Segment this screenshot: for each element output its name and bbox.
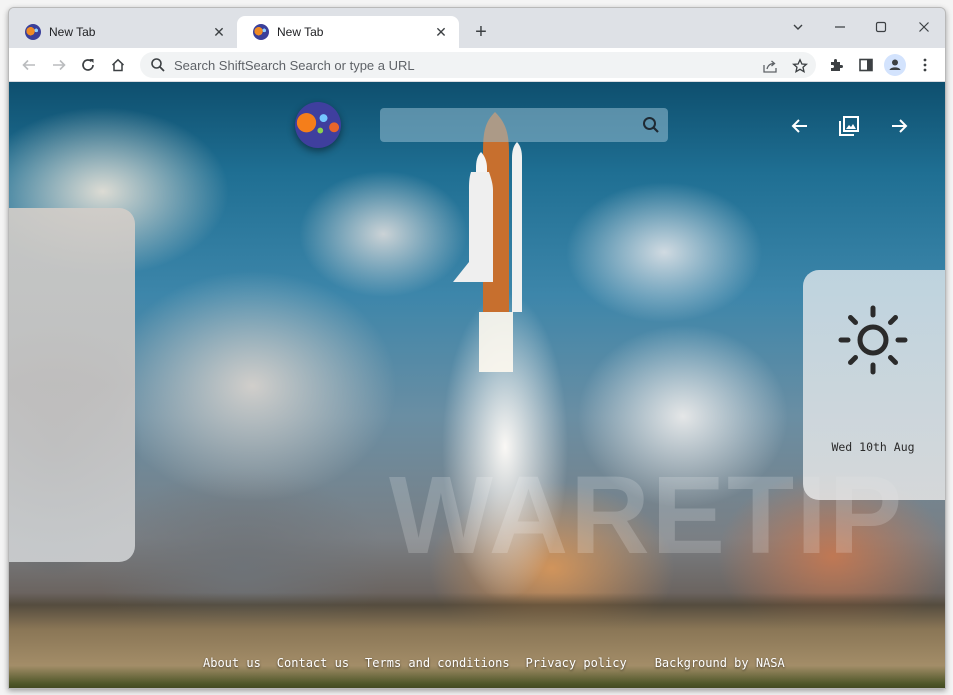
tab-search-button[interactable]: [784, 13, 812, 41]
browser-window: New Tab ✕ New Tab ✕ + Search ShiftSearch…: [8, 7, 946, 689]
left-widget-card: [9, 208, 135, 562]
background-credit-link[interactable]: Background by NASA: [655, 656, 785, 670]
browser-toolbar: [9, 48, 945, 82]
sun-icon: [838, 305, 908, 375]
profile-icon: [884, 54, 906, 76]
background-gallery-button[interactable]: [837, 114, 861, 138]
previous-background-button[interactable]: [788, 114, 812, 138]
reload-icon: [82, 59, 94, 71]
share-button[interactable]: [760, 56, 780, 76]
footer-links: About us Contact us Terms and conditions…: [203, 656, 801, 670]
forward-button[interactable]: [47, 53, 71, 77]
desktop: New Tab ✕ New Tab ✕ + Search ShiftSearch…: [0, 0, 953, 695]
reload-button[interactable]: [76, 53, 100, 77]
weather-widget: Wed 10th Aug: [803, 270, 945, 500]
footer-link-terms[interactable]: Terms and conditions: [365, 656, 510, 670]
weather-date: Wed 10th Aug: [831, 440, 915, 454]
browser-menu-button[interactable]: [913, 53, 937, 77]
new-tab-button[interactable]: +: [469, 20, 493, 44]
next-background-button[interactable]: [887, 114, 911, 138]
address-bar[interactable]: [140, 52, 816, 78]
close-icon[interactable]: ✕: [433, 24, 449, 40]
shiftsearch-favicon-icon: [253, 24, 269, 40]
home-icon: [111, 58, 125, 72]
arrow-left-icon: [791, 119, 807, 133]
side-panel-icon: [859, 58, 873, 72]
address-input[interactable]: [174, 57, 734, 73]
back-button[interactable]: [17, 53, 41, 77]
footer-link-privacy[interactable]: Privacy policy: [526, 656, 627, 670]
home-button[interactable]: [106, 53, 130, 77]
minimize-icon: [835, 26, 845, 28]
star-icon: [792, 58, 808, 74]
footer-link-about-us[interactable]: About us: [203, 656, 261, 670]
close-icon: [919, 22, 929, 32]
kebab-menu-icon: [923, 58, 927, 72]
search-icon: [643, 117, 659, 133]
side-panel-button[interactable]: [854, 53, 878, 77]
gallery-icon: [839, 116, 859, 136]
tab-new-tab-2[interactable]: New Tab ✕: [237, 16, 459, 48]
search-icon: [151, 58, 165, 72]
space-shuttle-image: [453, 112, 522, 372]
bookmark-button[interactable]: [790, 56, 810, 76]
tab-strip: New Tab ✕ New Tab ✕ +: [9, 8, 945, 48]
maximize-button[interactable]: [867, 13, 895, 41]
tab-title: New Tab: [49, 25, 96, 39]
minimize-button[interactable]: [826, 13, 854, 41]
new-tab-page: WAREТIP Wed 10th Aug About us Contact us…: [9, 82, 945, 688]
maximize-icon: [875, 21, 887, 33]
shiftsearch-favicon-icon: [25, 24, 41, 40]
share-icon: [763, 60, 777, 73]
puzzle-icon: [831, 59, 843, 71]
page-search-input[interactable]: [380, 108, 634, 142]
profile-button[interactable]: [883, 53, 907, 77]
page-search-bar[interactable]: [380, 108, 668, 142]
chevron-down-icon: [793, 24, 803, 30]
extensions-button[interactable]: [824, 53, 848, 77]
arrow-right-icon: [892, 119, 908, 133]
tab-title: New Tab: [277, 25, 324, 39]
shiftsearch-logo[interactable]: [295, 102, 341, 148]
page-search-button[interactable]: [634, 108, 668, 142]
close-icon[interactable]: ✕: [211, 24, 227, 40]
tab-new-tab-1[interactable]: New Tab ✕: [9, 16, 237, 48]
arrow-left-icon: [22, 59, 35, 71]
footer-link-contact-us[interactable]: Contact us: [277, 656, 349, 670]
close-window-button[interactable]: [910, 13, 938, 41]
arrow-right-icon: [53, 59, 66, 71]
